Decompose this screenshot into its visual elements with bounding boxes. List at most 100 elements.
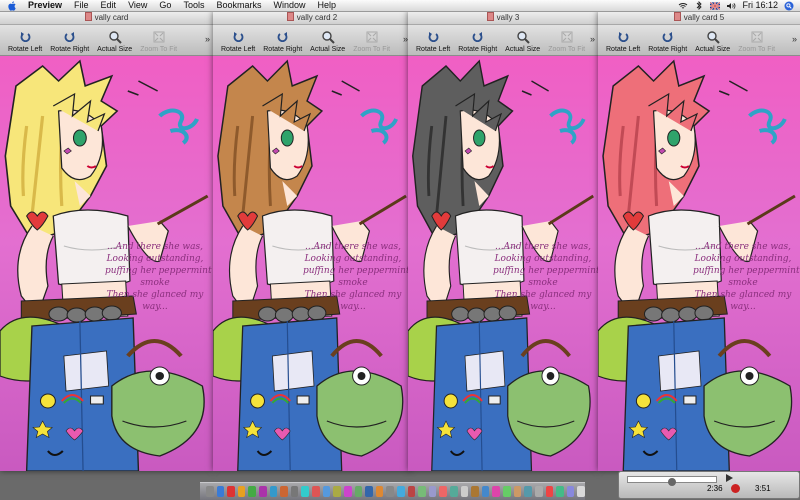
window-titlebar[interactable]: vally card 2 bbox=[213, 11, 411, 25]
dock-app-icon[interactable] bbox=[365, 486, 373, 497]
spotlight-icon[interactable] bbox=[784, 1, 794, 10]
window-title: vally card 5 bbox=[683, 13, 725, 22]
rotate-left-icon bbox=[230, 29, 246, 45]
menu-go[interactable]: Go bbox=[159, 0, 171, 11]
dock-app-icon[interactable] bbox=[418, 486, 426, 497]
document-proxy-icon[interactable] bbox=[84, 12, 92, 21]
preview-window-5[interactable]: vally card 5 Rotate Left Rotate Right Ac… bbox=[598, 11, 800, 471]
dock-app-icon[interactable] bbox=[481, 486, 490, 497]
dock-app-icon[interactable] bbox=[343, 486, 352, 497]
actual-size-button[interactable]: Actual Size bbox=[310, 29, 345, 55]
toolbar-overflow-chevron-icon[interactable]: » bbox=[590, 34, 595, 44]
rotate-left-button[interactable]: Rotate Left bbox=[416, 29, 450, 55]
image-canvas[interactable]: ...And there she was, Looking outstanding… bbox=[598, 56, 800, 471]
dock-app-icon[interactable] bbox=[471, 486, 479, 497]
dock-app-icon[interactable] bbox=[534, 486, 543, 497]
menu-app-name[interactable]: Preview bbox=[28, 0, 62, 11]
menu-help[interactable]: Help bbox=[317, 0, 336, 11]
rotate-right-button[interactable]: Rotate Right bbox=[50, 29, 89, 55]
dock-app-icon[interactable] bbox=[545, 486, 554, 497]
zoom-to-fit-button[interactable]: Zoom To Fit bbox=[738, 29, 775, 55]
toolbar-overflow-chevron-icon[interactable]: » bbox=[792, 34, 797, 44]
document-proxy-icon[interactable] bbox=[673, 12, 681, 21]
dock-app-icon[interactable] bbox=[248, 486, 257, 497]
quicktime-controller[interactable]: 2:36 3:51 bbox=[618, 471, 800, 499]
preview-window-3[interactable]: vally 3 Rotate Left Rotate Right Actual … bbox=[408, 11, 598, 471]
dock-app-icon[interactable] bbox=[503, 486, 511, 497]
bluetooth-icon[interactable] bbox=[694, 1, 704, 10]
menu-bookmarks[interactable]: Bookmarks bbox=[216, 0, 261, 11]
playback-scrubber[interactable] bbox=[627, 476, 717, 486]
dock-app-icon[interactable] bbox=[566, 486, 575, 497]
menu-file[interactable]: File bbox=[74, 0, 89, 11]
dock-app-icon[interactable] bbox=[524, 486, 532, 497]
window-titlebar[interactable]: vally card 5 bbox=[598, 11, 800, 25]
dock-app-icon[interactable] bbox=[237, 486, 246, 497]
rotate-left-button[interactable]: Rotate Left bbox=[221, 29, 255, 55]
poem-line: Then she glanced my bbox=[494, 290, 592, 300]
poem-line: puffing her peppermint bbox=[693, 266, 800, 276]
dock-app-icon[interactable] bbox=[407, 486, 416, 497]
magnifier-icon bbox=[705, 29, 721, 45]
apple-menu-icon[interactable] bbox=[6, 0, 18, 11]
rotate-right-button[interactable]: Rotate Right bbox=[263, 29, 302, 55]
dock-app-icon[interactable] bbox=[556, 486, 564, 497]
window-titlebar[interactable]: vally card bbox=[0, 11, 213, 25]
menu-clock[interactable]: Fri 16:12 bbox=[742, 0, 778, 11]
uk-flag-icon[interactable] bbox=[710, 1, 721, 10]
wifi-icon[interactable] bbox=[678, 1, 688, 10]
dock-app-icon[interactable] bbox=[259, 486, 267, 497]
poem-text: ...And there she was, Looking outstanding… bbox=[493, 241, 598, 313]
preview-window-2[interactable]: vally card 2 Rotate Left Rotate Right Ac… bbox=[213, 11, 411, 471]
toolbar-overflow-chevron-icon[interactable]: » bbox=[205, 34, 210, 44]
zoom-to-fit-button[interactable]: Zoom To Fit bbox=[548, 29, 585, 55]
menu-window[interactable]: Window bbox=[273, 0, 305, 11]
zoom-to-fit-button[interactable]: Zoom To Fit bbox=[353, 29, 390, 55]
record-icon[interactable] bbox=[731, 484, 740, 493]
image-canvas[interactable]: ...And there she was, Looking outstanding… bbox=[408, 56, 598, 471]
dock-app-icon[interactable] bbox=[492, 486, 501, 497]
dock-app-icon[interactable] bbox=[269, 486, 278, 497]
dock-app-icon[interactable] bbox=[227, 486, 235, 497]
dock-app-icon[interactable] bbox=[216, 486, 225, 497]
rotate-left-button[interactable]: Rotate Left bbox=[8, 29, 42, 55]
dock-app-icon[interactable] bbox=[428, 486, 437, 497]
preview-toolbar: Rotate Left Rotate Right Actual Size Zoo… bbox=[598, 25, 800, 56]
rotate-left-button[interactable]: Rotate Left bbox=[606, 29, 640, 55]
actual-size-button[interactable]: Actual Size bbox=[695, 29, 730, 55]
document-proxy-icon[interactable] bbox=[486, 12, 494, 21]
dock-app-icon[interactable] bbox=[312, 486, 320, 497]
dock-app-icon[interactable] bbox=[354, 486, 363, 497]
volume-icon[interactable] bbox=[726, 1, 736, 10]
actual-size-button[interactable]: Actual Size bbox=[97, 29, 132, 55]
rotate-right-button[interactable]: Rotate Right bbox=[648, 29, 687, 55]
dock-app-icon[interactable] bbox=[439, 486, 448, 497]
actual-size-button[interactable]: Actual Size bbox=[505, 29, 540, 55]
document-proxy-icon[interactable] bbox=[286, 12, 294, 21]
menu-edit[interactable]: Edit bbox=[101, 0, 117, 11]
image-canvas[interactable]: ...And there she was, Looking outstanding… bbox=[213, 56, 411, 471]
dock-app-icon[interactable] bbox=[460, 486, 469, 497]
dock-app-icon[interactable] bbox=[333, 486, 341, 497]
dock-app-icon[interactable] bbox=[301, 486, 310, 497]
dock-app-icon[interactable] bbox=[513, 486, 522, 497]
menu-tools[interactable]: Tools bbox=[183, 0, 204, 11]
dock-app-icon[interactable] bbox=[290, 486, 299, 497]
zoom-to-fit-button[interactable]: Zoom To Fit bbox=[140, 29, 177, 55]
window-titlebar[interactable]: vally 3 bbox=[408, 11, 598, 25]
dock-app-icon[interactable] bbox=[386, 486, 394, 497]
dock-app-icon[interactable] bbox=[322, 486, 331, 497]
dock-app-icon[interactable] bbox=[396, 486, 405, 497]
preview-window-1[interactable]: vally card Rotate Left Rotate Right Actu… bbox=[0, 11, 213, 471]
scrubber-knob[interactable] bbox=[668, 478, 676, 486]
image-canvas[interactable]: ...And there she was, Looking outstanding… bbox=[0, 56, 213, 471]
zoom-to-fit-icon bbox=[364, 29, 380, 45]
dock-app-icon[interactable] bbox=[206, 486, 214, 497]
rotate-right-button[interactable]: Rotate Right bbox=[458, 29, 497, 55]
play-icon[interactable] bbox=[724, 473, 734, 485]
dock-app-icon[interactable] bbox=[280, 486, 288, 497]
dock-app-icon[interactable] bbox=[450, 486, 458, 497]
dock-app-icon[interactable] bbox=[375, 486, 384, 497]
dock-app-icon[interactable] bbox=[577, 486, 585, 497]
menu-view[interactable]: View bbox=[128, 0, 147, 11]
